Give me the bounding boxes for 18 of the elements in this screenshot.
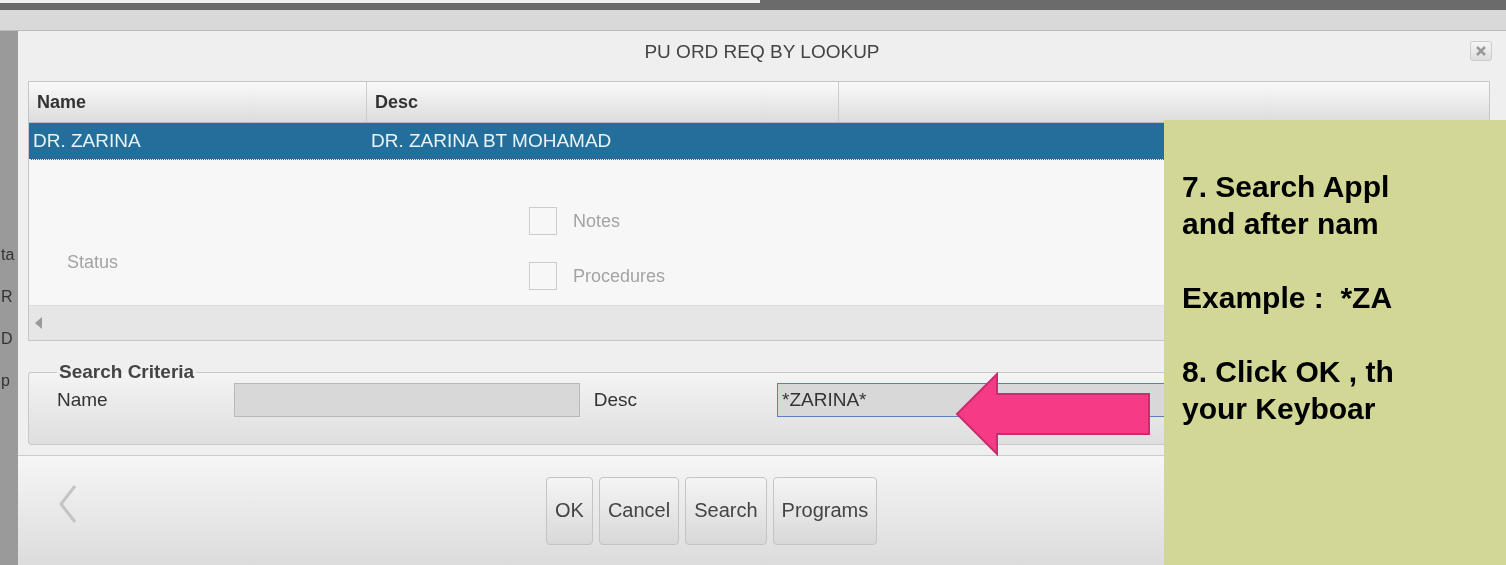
partial-label: ta <box>1 246 15 264</box>
faded-label: Status <box>67 252 119 273</box>
instruction-text: Example : *ZA <box>1182 280 1394 316</box>
partial-label: D <box>1 330 13 348</box>
faded-label: Procedures <box>573 265 666 287</box>
faded-label: Notes <box>573 210 621 232</box>
partial-label: R <box>1 288 13 306</box>
table-cell-text: DR. ZARINA <box>32 130 142 152</box>
panel-legend: Search Criteria <box>57 361 197 383</box>
table-cell-text: DR. ZARINA BT MOHAMAD <box>370 130 613 152</box>
instruction-text: your Keyboar <box>1182 391 1377 427</box>
field-label: Desc <box>593 389 637 411</box>
instruction-text: and after nam <box>1182 206 1380 242</box>
partial-label: p <box>1 372 10 390</box>
instruction-text: 8. Click OK , th <box>1182 354 1395 390</box>
dialog-title: PU ORD REQ BY LOOKUP <box>644 41 880 63</box>
field-label: Name <box>57 389 108 411</box>
instruction-text: 7. Search Appl <box>1182 169 1391 205</box>
